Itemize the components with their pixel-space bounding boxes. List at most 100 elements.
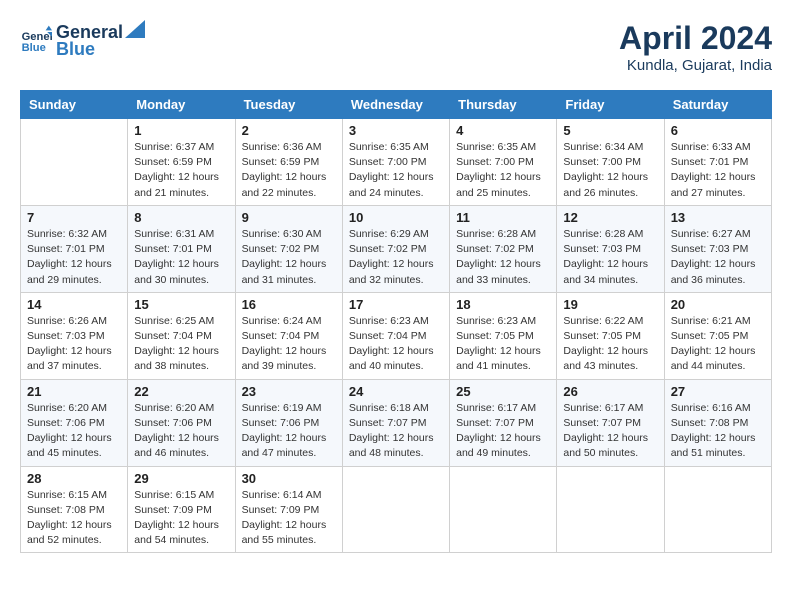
day-content: Sunrise: 6:28 AM Sunset: 7:03 PM Dayligh… xyxy=(563,227,657,288)
calendar-week-1: 1 Sunrise: 6:37 AM Sunset: 6:59 PM Daylig… xyxy=(21,119,772,206)
calendar-cell: 24Sunrise: 6:18 AM Sunset: 7:07 PM Dayli… xyxy=(342,379,449,466)
page-header: General Blue General Blue April 2024 Kun… xyxy=(20,20,772,74)
day-number: 5 xyxy=(563,123,657,138)
calendar-week-2: 7 Sunrise: 6:32 AM Sunset: 7:01 PM Daylig… xyxy=(21,205,772,292)
day-content: Sunrise: 6:16 AM Sunset: 7:08 PM Dayligh… xyxy=(671,401,765,462)
day-number: 20 xyxy=(671,297,765,312)
day-number: 18 xyxy=(456,297,550,312)
day-content: Sunrise: 6:25 AM Sunset: 7:04 PM Dayligh… xyxy=(134,314,228,375)
day-number: 23 xyxy=(242,384,336,399)
day-number: 3 xyxy=(349,123,443,138)
calendar-cell: 12 Sunrise: 6:28 AM Sunset: 7:03 PM Dayli… xyxy=(557,205,664,292)
calendar-cell xyxy=(21,119,128,206)
svg-text:General: General xyxy=(22,31,52,43)
day-content: Sunrise: 6:23 AM Sunset: 7:04 PM Dayligh… xyxy=(349,314,443,375)
day-number: 9 xyxy=(242,210,336,225)
day-number: 28 xyxy=(27,471,121,486)
day-content: Sunrise: 6:28 AM Sunset: 7:02 PM Dayligh… xyxy=(456,227,550,288)
day-content: Sunrise: 6:15 AM Sunset: 7:08 PM Dayligh… xyxy=(27,488,121,549)
title-block: April 2024 Kundla, Gujarat, India xyxy=(619,20,772,74)
day-content: Sunrise: 6:34 AM Sunset: 7:00 PM Dayligh… xyxy=(563,140,657,201)
day-content: Sunrise: 6:35 AM Sunset: 7:00 PM Dayligh… xyxy=(456,140,550,201)
calendar-cell: 19Sunrise: 6:22 AM Sunset: 7:05 PM Dayli… xyxy=(557,292,664,379)
logo: General Blue General Blue xyxy=(20,20,147,60)
day-number: 19 xyxy=(563,297,657,312)
calendar-cell: 11 Sunrise: 6:28 AM Sunset: 7:02 PM Dayli… xyxy=(450,205,557,292)
calendar-cell: 26 Sunrise: 6:17 AM Sunset: 7:07 PM Dayli… xyxy=(557,379,664,466)
day-number: 16 xyxy=(242,297,336,312)
calendar-cell: 22Sunrise: 6:20 AM Sunset: 7:06 PM Dayli… xyxy=(128,379,235,466)
calendar-cell: 14 Sunrise: 6:26 AM Sunset: 7:03 PM Dayli… xyxy=(21,292,128,379)
day-content: Sunrise: 6:19 AM Sunset: 7:06 PM Dayligh… xyxy=(242,401,336,462)
calendar-cell: 8 Sunrise: 6:31 AM Sunset: 7:01 PM Daylig… xyxy=(128,205,235,292)
day-number: 7 xyxy=(27,210,121,225)
calendar-cell xyxy=(557,466,664,553)
calendar-cell: 9 Sunrise: 6:30 AM Sunset: 7:02 PM Daylig… xyxy=(235,205,342,292)
day-content: Sunrise: 6:30 AM Sunset: 7:02 PM Dayligh… xyxy=(242,227,336,288)
day-number: 13 xyxy=(671,210,765,225)
svg-text:Blue: Blue xyxy=(22,42,46,54)
col-header-wednesday: Wednesday xyxy=(342,91,449,119)
col-header-friday: Friday xyxy=(557,91,664,119)
col-header-monday: Monday xyxy=(128,91,235,119)
calendar-cell: 1 Sunrise: 6:37 AM Sunset: 6:59 PM Daylig… xyxy=(128,119,235,206)
calendar-week-5: 28 Sunrise: 6:15 AM Sunset: 7:08 PM Dayli… xyxy=(21,466,772,553)
calendar-cell: 2Sunrise: 6:36 AM Sunset: 6:59 PM Daylig… xyxy=(235,119,342,206)
col-header-thursday: Thursday xyxy=(450,91,557,119)
col-header-tuesday: Tuesday xyxy=(235,91,342,119)
day-number: 6 xyxy=(671,123,765,138)
calendar-week-4: 21Sunrise: 6:20 AM Sunset: 7:06 PM Dayli… xyxy=(21,379,772,466)
calendar-cell xyxy=(450,466,557,553)
day-content: Sunrise: 6:37 AM Sunset: 6:59 PM Dayligh… xyxy=(134,140,228,201)
day-number: 14 xyxy=(27,297,121,312)
col-header-sunday: Sunday xyxy=(21,91,128,119)
logo-triangle-icon xyxy=(125,20,145,38)
day-content: Sunrise: 6:20 AM Sunset: 7:06 PM Dayligh… xyxy=(27,401,121,462)
day-number: 12 xyxy=(563,210,657,225)
col-header-saturday: Saturday xyxy=(664,91,771,119)
day-content: Sunrise: 6:21 AM Sunset: 7:05 PM Dayligh… xyxy=(671,314,765,375)
day-number: 30 xyxy=(242,471,336,486)
calendar-cell: 21Sunrise: 6:20 AM Sunset: 7:06 PM Dayli… xyxy=(21,379,128,466)
day-number: 8 xyxy=(134,210,228,225)
location: Kundla, Gujarat, India xyxy=(619,57,772,74)
calendar-cell: 7 Sunrise: 6:32 AM Sunset: 7:01 PM Daylig… xyxy=(21,205,128,292)
day-number: 17 xyxy=(349,297,443,312)
day-content: Sunrise: 6:31 AM Sunset: 7:01 PM Dayligh… xyxy=(134,227,228,288)
day-content: Sunrise: 6:14 AM Sunset: 7:09 PM Dayligh… xyxy=(242,488,336,549)
day-content: Sunrise: 6:26 AM Sunset: 7:03 PM Dayligh… xyxy=(27,314,121,375)
day-number: 1 xyxy=(134,123,228,138)
calendar-cell: 25Sunrise: 6:17 AM Sunset: 7:07 PM Dayli… xyxy=(450,379,557,466)
logo-icon: General Blue xyxy=(20,24,52,56)
calendar-cell: 16Sunrise: 6:24 AM Sunset: 7:04 PM Dayli… xyxy=(235,292,342,379)
calendar-cell: 5 Sunrise: 6:34 AM Sunset: 7:00 PM Daylig… xyxy=(557,119,664,206)
day-content: Sunrise: 6:27 AM Sunset: 7:03 PM Dayligh… xyxy=(671,227,765,288)
calendar-cell: 15Sunrise: 6:25 AM Sunset: 7:04 PM Dayli… xyxy=(128,292,235,379)
calendar-cell: 23 Sunrise: 6:19 AM Sunset: 7:06 PM Dayli… xyxy=(235,379,342,466)
calendar-cell: 17 Sunrise: 6:23 AM Sunset: 7:04 PM Dayli… xyxy=(342,292,449,379)
day-number: 27 xyxy=(671,384,765,399)
day-content: Sunrise: 6:35 AM Sunset: 7:00 PM Dayligh… xyxy=(349,140,443,201)
calendar-header-row: SundayMondayTuesdayWednesdayThursdayFrid… xyxy=(21,91,772,119)
calendar-cell: 3 Sunrise: 6:35 AM Sunset: 7:00 PM Daylig… xyxy=(342,119,449,206)
day-number: 22 xyxy=(134,384,228,399)
day-number: 26 xyxy=(563,384,657,399)
day-content: Sunrise: 6:33 AM Sunset: 7:01 PM Dayligh… xyxy=(671,140,765,201)
calendar-cell: 4Sunrise: 6:35 AM Sunset: 7:00 PM Daylig… xyxy=(450,119,557,206)
calendar-cell: 28 Sunrise: 6:15 AM Sunset: 7:08 PM Dayli… xyxy=(21,466,128,553)
day-number: 10 xyxy=(349,210,443,225)
calendar-cell: 13 Sunrise: 6:27 AM Sunset: 7:03 PM Dayli… xyxy=(664,205,771,292)
day-content: Sunrise: 6:36 AM Sunset: 6:59 PM Dayligh… xyxy=(242,140,336,201)
day-content: Sunrise: 6:17 AM Sunset: 7:07 PM Dayligh… xyxy=(563,401,657,462)
calendar-cell: 6 Sunrise: 6:33 AM Sunset: 7:01 PM Daylig… xyxy=(664,119,771,206)
calendar-week-3: 14 Sunrise: 6:26 AM Sunset: 7:03 PM Dayli… xyxy=(21,292,772,379)
calendar-cell: 27 Sunrise: 6:16 AM Sunset: 7:08 PM Dayli… xyxy=(664,379,771,466)
calendar-cell xyxy=(664,466,771,553)
day-number: 11 xyxy=(456,210,550,225)
day-content: Sunrise: 6:23 AM Sunset: 7:05 PM Dayligh… xyxy=(456,314,550,375)
day-number: 25 xyxy=(456,384,550,399)
day-content: Sunrise: 6:32 AM Sunset: 7:01 PM Dayligh… xyxy=(27,227,121,288)
day-content: Sunrise: 6:15 AM Sunset: 7:09 PM Dayligh… xyxy=(134,488,228,549)
calendar-cell: 30 Sunrise: 6:14 AM Sunset: 7:09 PM Dayli… xyxy=(235,466,342,553)
calendar-table: SundayMondayTuesdayWednesdayThursdayFrid… xyxy=(20,90,772,553)
